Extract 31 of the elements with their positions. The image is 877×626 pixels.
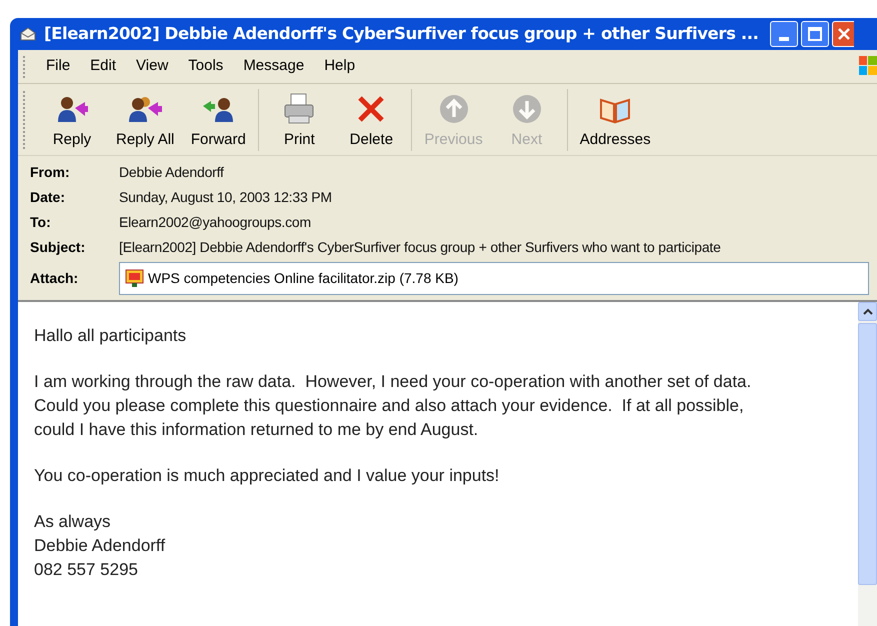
toolbar-button[interactable]: Addresses (572, 88, 659, 152)
toolbar-button[interactable]: Print (263, 88, 336, 152)
message-line: 082 557 5295 (34, 559, 139, 581)
window-title: [Elearn2002] Debbie Adendorff's CyberSurfiver focus group + other Surfivers ... (44, 22, 758, 45)
menu-item[interactable]: Message (235, 55, 312, 78)
message-line: You co-operation is much appreciated and I value your inputs! (34, 465, 500, 487)
menu-item[interactable]: View (128, 55, 176, 78)
menu-item[interactable]: File (38, 55, 78, 78)
menu-item[interactable]: Edit (82, 55, 124, 78)
header-label: Date: (30, 188, 66, 207)
header-value: [Elearn2002] Debbie Adendorff's CyberSurfiver focus group + other Surfivers who want to participate (119, 238, 721, 257)
toolbar-button[interactable]: Reply (36, 88, 108, 152)
message-line: As always (34, 511, 112, 533)
toolbar-button[interactable]: Delete (335, 88, 408, 152)
menu-item[interactable]: Tools (180, 55, 232, 78)
message-line: Could you please complete this questionnaire and also attach your evidence. If at all possible, (34, 395, 745, 417)
menu-item[interactable]: Help (316, 55, 364, 78)
header-value: Debbie Adendorff (119, 163, 224, 182)
message-line: Hallo all participants (34, 325, 188, 347)
header-label: From: (30, 163, 71, 182)
attachment-field[interactable]: WPS competencies Online facilitator.zip (7.78 KB) (119, 262, 869, 294)
header-label: To: (30, 213, 52, 232)
header-label: Subject: (30, 238, 86, 257)
header-value: Sunday, August 10, 2003 12:33 PM (119, 188, 332, 207)
toolbar-button[interactable]: Forward (182, 88, 254, 152)
header-label: Attach: (30, 268, 80, 288)
toolbar-button[interactable]: Reply All (108, 88, 182, 152)
message-line: could I have this information returned to me by end August. (34, 419, 480, 441)
message-line: I am working through the raw data. However, I need your co-operation with another set of data. (34, 371, 752, 393)
message-line: Debbie Adendorff (34, 535, 166, 557)
header-value: Elearn2002@yahoogroups.com (119, 213, 311, 232)
